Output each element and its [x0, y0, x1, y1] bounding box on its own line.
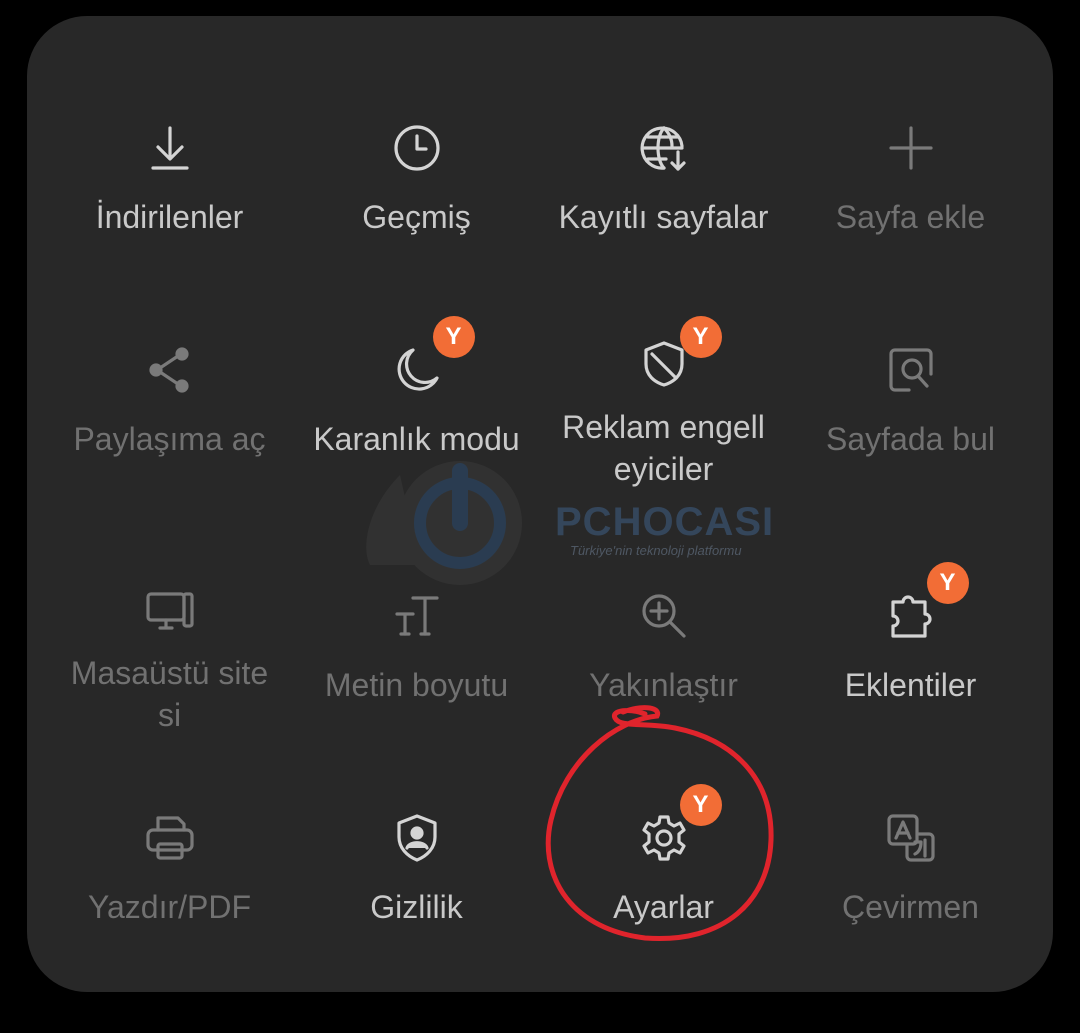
- zoom-in-icon: [632, 584, 696, 648]
- find-in-page-icon: [879, 338, 943, 402]
- menu-item-privacy[interactable]: Gizlilik: [293, 746, 540, 946]
- printer-icon: [138, 806, 202, 870]
- menu-item-desktop-site[interactable]: Masaüstü sitesi: [46, 524, 293, 733]
- menu-item-downloads[interactable]: İndirilenler: [46, 56, 293, 256]
- share-icon: [138, 338, 202, 402]
- download-icon: [138, 116, 202, 180]
- notification-badge: Y: [926, 562, 969, 604]
- menu-item-label: Çevirmen: [842, 889, 979, 925]
- menu-item-label: Geçmiş: [362, 199, 471, 235]
- menu-item-label: Gizlilik: [370, 889, 463, 925]
- menu-item-label: Karanlık modu: [313, 421, 520, 457]
- menu-item-text-size[interactable]: Metin boyutu: [293, 524, 540, 724]
- menu-item-zoom[interactable]: Yakınlaştır: [540, 524, 787, 724]
- menu-item-label: Sayfa ekle: [835, 199, 986, 235]
- menu-item-saved-pages[interactable]: Kayıtlı sayfalar: [540, 56, 787, 256]
- menu-item-label: Yazdır/PDF: [88, 889, 251, 925]
- menu-item-label: Metin boyutu: [324, 667, 509, 703]
- notification-badge: Y: [679, 316, 722, 358]
- notification-badge: Y: [432, 316, 475, 358]
- notification-badge: Y: [679, 784, 722, 826]
- puzzle-icon: Y: [879, 562, 969, 648]
- translate-icon: [879, 806, 943, 870]
- menu-item-label: Yakınlaştır: [589, 667, 738, 703]
- menu-item-add-page[interactable]: Sayfa ekle: [787, 56, 1034, 256]
- menu-item-share[interactable]: Paylaşıma aç: [46, 278, 293, 478]
- menu-item-label: Kayıtlı sayfalar: [558, 199, 769, 235]
- text-size-icon: [385, 584, 449, 648]
- menu-item-ad-blockers[interactable]: Y Reklam engelleyiciler: [540, 278, 787, 487]
- globe-download-icon: [632, 116, 696, 180]
- desktop-icon: [138, 584, 202, 636]
- menu-item-label: Masaüstü sitesi: [70, 655, 269, 733]
- menu-item-label: Ayarlar: [613, 889, 714, 925]
- shield-block-icon: Y: [632, 316, 722, 390]
- menu-item-translator[interactable]: Çevirmen: [787, 746, 1034, 946]
- privacy-shield-icon: [385, 806, 449, 870]
- menu-item-label: Eklentiler: [844, 667, 977, 703]
- browser-menu-panel: İndirilenler Geçmiş Kayıtlı sayfalar Say…: [27, 16, 1053, 992]
- menu-item-settings[interactable]: Y Ayarlar: [540, 746, 787, 946]
- menu-item-print-pdf[interactable]: Yazdır/PDF: [46, 746, 293, 946]
- menu-item-label: Paylaşıma aç: [73, 421, 266, 457]
- menu-item-dark-mode[interactable]: Y Karanlık modu: [293, 278, 540, 478]
- gear-icon: Y: [632, 784, 722, 870]
- menu-item-label: Sayfada bul: [825, 421, 995, 457]
- moon-icon: Y: [385, 316, 475, 402]
- menu-item-history[interactable]: Geçmiş: [293, 56, 540, 256]
- menu-item-find-in-page[interactable]: Sayfada bul: [787, 278, 1034, 478]
- menu-item-label: Reklam engelleyiciler: [562, 409, 765, 487]
- menu-item-extensions[interactable]: Y Eklentiler: [787, 524, 1034, 724]
- menu-item-label: İndirilenler: [95, 199, 244, 235]
- clock-icon: [385, 116, 449, 180]
- plus-icon: [879, 116, 943, 180]
